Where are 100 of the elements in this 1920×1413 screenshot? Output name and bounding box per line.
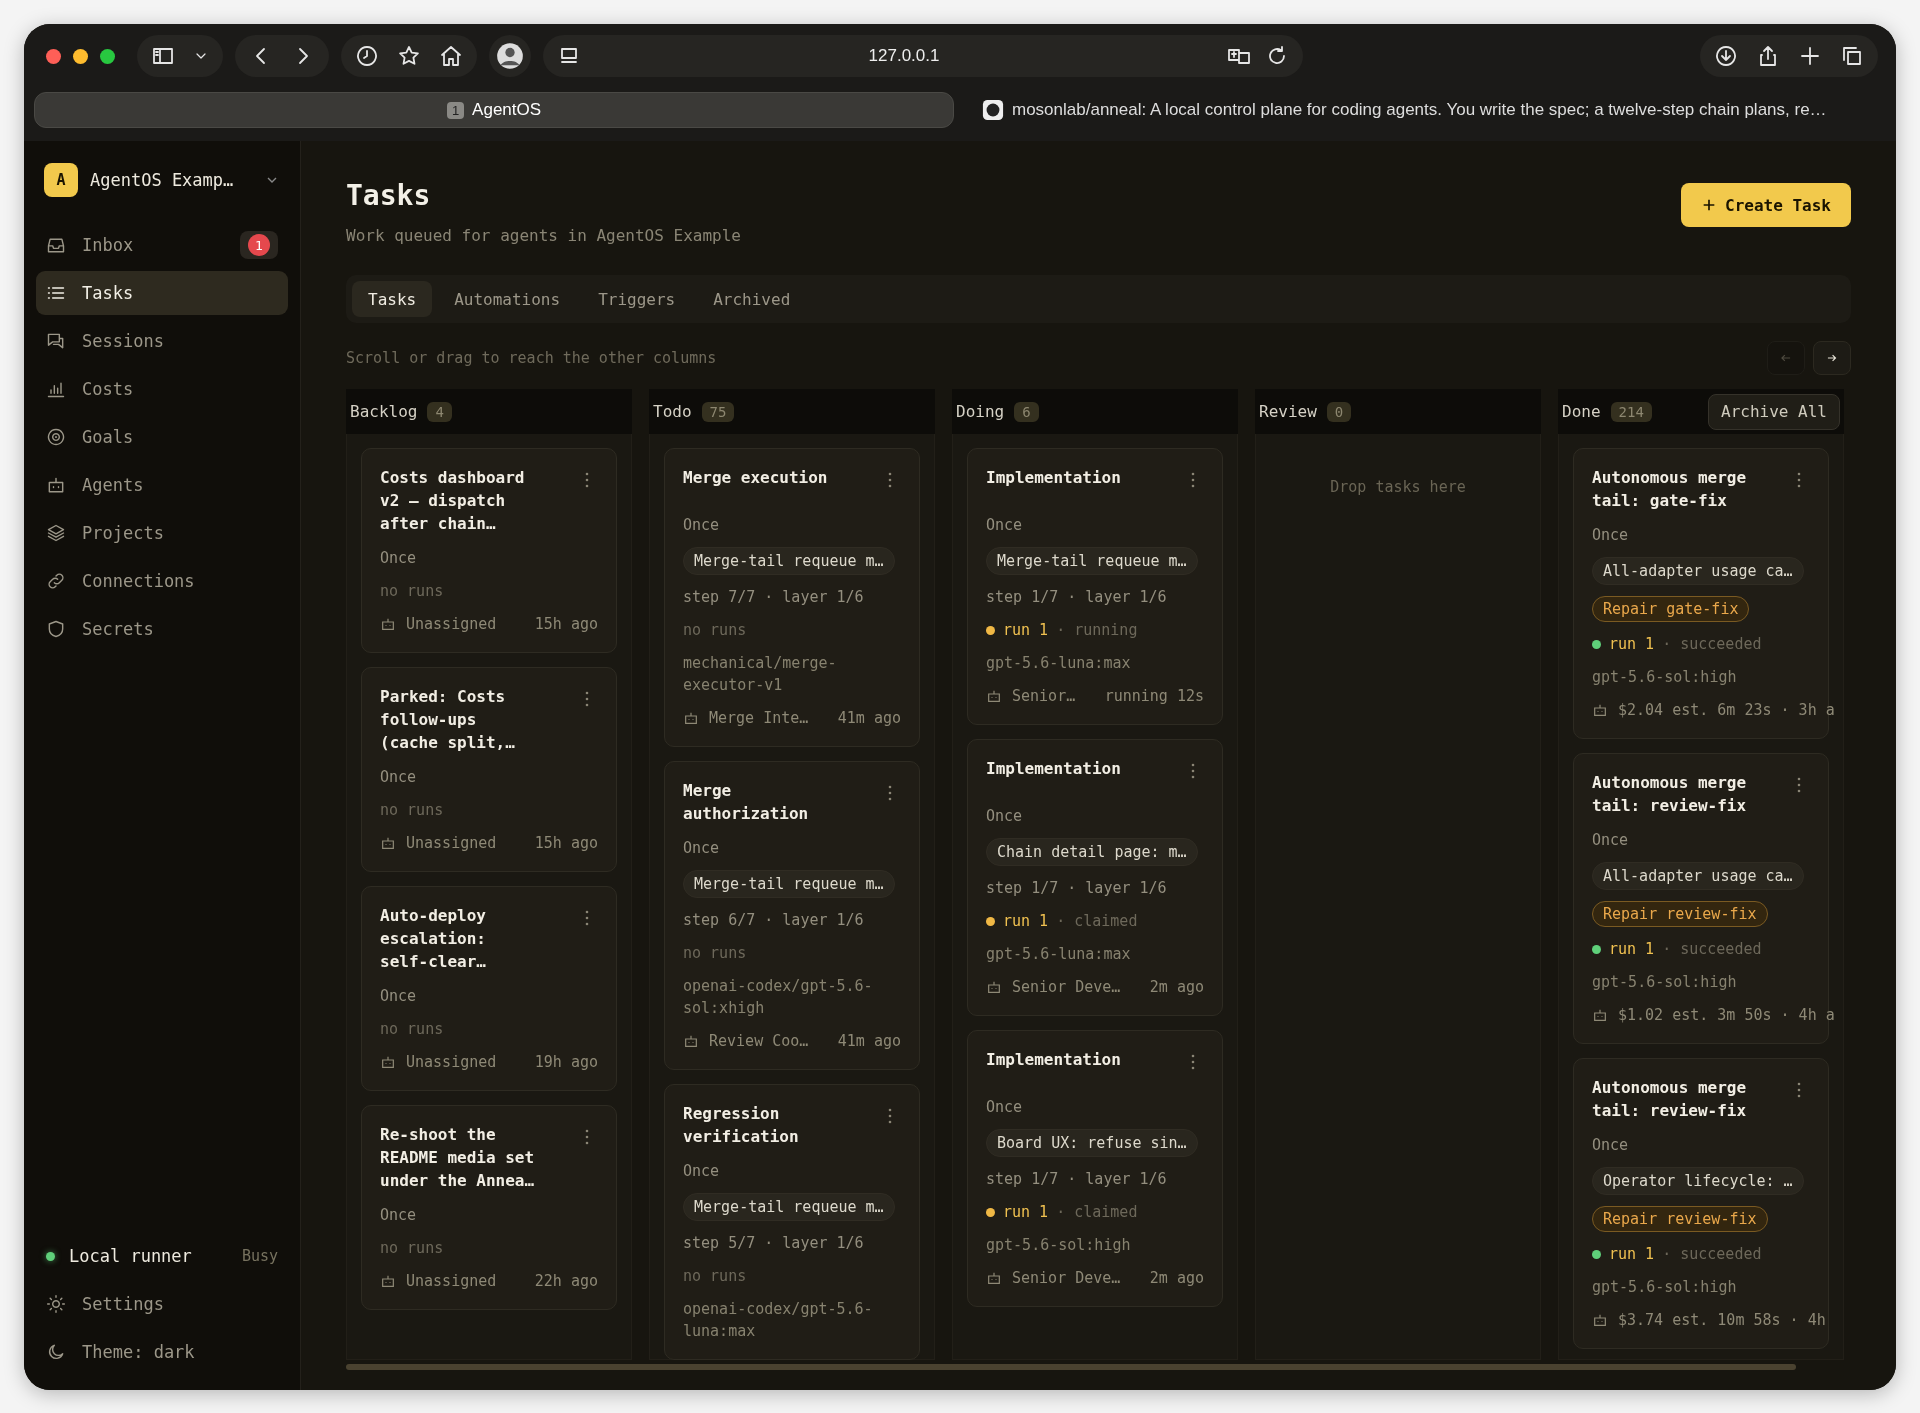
schedule-label: Once [1592, 525, 1629, 546]
create-task-button[interactable]: Create Task [1681, 183, 1851, 227]
more-icon[interactable] [584, 689, 590, 709]
run-status: · succeeded [1662, 634, 1762, 655]
site-icon [982, 99, 1004, 121]
star-icon[interactable] [397, 44, 421, 68]
page-title: Tasks [346, 179, 432, 212]
robot-icon [1592, 1312, 1608, 1328]
browser-tab[interactable]: 1 AgentOS [34, 92, 954, 128]
browser-tab[interactable]: mosonlab/anneal: A local control plane for coding agents. You write the spec; a twelve-step chain plans, re… [962, 92, 1886, 128]
task-title: Autonomous merge tail: review-fix [1592, 1077, 1748, 1122]
more-icon[interactable] [887, 1106, 893, 1126]
more-icon[interactable] [584, 470, 590, 490]
history-icon[interactable] [355, 44, 379, 68]
tab[interactable]: Triggers [582, 281, 692, 317]
avatar-icon[interactable] [496, 42, 524, 70]
sidebar-item[interactable]: Secrets [36, 607, 288, 651]
sidebar-item[interactable]: Costs [36, 367, 288, 411]
more-icon[interactable] [1796, 470, 1802, 490]
task-card[interactable]: Re-shoot the README media set under the Annea… Once no runs Unassigned 22h ago [361, 1105, 617, 1310]
more-icon[interactable] [1796, 775, 1802, 795]
assignee-label: Senior Deve… [1012, 977, 1122, 998]
schedule-label: Once [683, 1161, 720, 1182]
new-tab-icon[interactable] [1798, 44, 1822, 68]
tab[interactable]: Tasks [352, 281, 433, 317]
assignee-label: Senior Deve… [1012, 1268, 1122, 1289]
time-label: running 12s [1104, 686, 1204, 707]
tabs-overview-icon[interactable] [1840, 44, 1864, 68]
assignee-label: Unassigned [406, 833, 498, 854]
minimize-window-button[interactable] [73, 48, 88, 64]
sidebar-item[interactable]: Settings [36, 1282, 288, 1326]
sidebar-item[interactable]: Theme: dark [36, 1330, 288, 1374]
assignee-label: Unassigned [406, 1271, 498, 1292]
assignee-label: Unassigned [406, 614, 498, 635]
more-icon[interactable] [584, 908, 590, 928]
run-label: run 1 [1003, 620, 1049, 641]
task-card[interactable]: Costs dashboard v2 – dispatch after chain… Once no runs Unassigned 15h ago [361, 448, 617, 653]
task-title: Implementation [986, 1049, 1122, 1071]
run-label: run 1 [1609, 1244, 1655, 1265]
column-title: Review [1259, 402, 1317, 421]
step-label: step 5/7 · layer 1/6 [683, 1233, 864, 1254]
task-title: Implementation [986, 467, 1122, 489]
chain-tag: Operator lifecycle: … [1592, 1167, 1804, 1195]
run-label: run 1 [1609, 634, 1655, 655]
sun-icon [46, 1294, 66, 1314]
task-card[interactable]: Autonomous merge tail: review-fix Once Operator lifecycle: … Repair review-fix run 1 · succeeded gpt-5.6-sol:high $3.74 est. 10m 58s · 4h [1573, 1058, 1829, 1349]
run-status: · running [1056, 620, 1138, 641]
more-icon[interactable] [887, 470, 893, 490]
chat-icon [46, 331, 66, 351]
more-icon[interactable] [1190, 761, 1196, 781]
close-window-button[interactable] [46, 48, 61, 64]
task-title: Auto-deploy escalation: self-clear… [380, 905, 487, 973]
task-card[interactable]: Implementation Once Chain detail page: m… step 1/7 · layer 1/6 run 1 · claimed gpt-5.6-luna:max Senior Deve… 2m ago [967, 739, 1223, 1016]
task-card[interactable]: Auto-deploy escalation: self-clear… Once no runs Unassigned 19h ago [361, 886, 617, 1091]
runs-label: no runs [380, 1238, 444, 1259]
sidebar-item[interactable]: Connections [36, 559, 288, 603]
sidebar-item[interactable]: Goals [36, 415, 288, 459]
tab[interactable]: Archived [697, 281, 807, 317]
task-card[interactable]: Implementation Once Board UX: refuse sin… step 1/7 · layer 1/6 run 1 · claimed gpt-5.6-sol:high Senior Deve… 2m ago [967, 1030, 1223, 1307]
count-badge: 0 [1326, 401, 1352, 422]
sidebar-item[interactable]: Tasks [36, 271, 288, 315]
runs-label: no runs [380, 1019, 444, 1040]
task-title: Autonomous merge tail: gate-fix [1592, 467, 1748, 512]
robot-icon [986, 1270, 1002, 1286]
task-title: Re-shoot the README media set under the Annea… [380, 1124, 536, 1192]
sidebar-item[interactable]: Agents [36, 463, 288, 507]
runner-label: Local runner [69, 1246, 193, 1266]
runs-label: no runs [683, 943, 747, 964]
link-icon [46, 571, 66, 591]
zoom-window-button[interactable] [100, 48, 115, 64]
step-label: step 1/7 · layer 1/6 [986, 587, 1167, 608]
task-card[interactable]: Regression verification Once Merge-tail requeue m… step 5/7 · layer 1/6 no runs openai-codex/gpt-5.6-luna:max [664, 1084, 920, 1360]
sidebar-item[interactable]: Projects [36, 511, 288, 555]
home-icon[interactable] [439, 44, 463, 68]
time-label: 2m ago [1149, 1268, 1204, 1289]
task-card[interactable]: Implementation Once Merge-tail requeue m… step 1/7 · layer 1/6 run 1 · running gpt-5.6-luna:max Senior… running 12s [967, 448, 1223, 725]
more-icon[interactable] [1796, 1080, 1802, 1100]
tab[interactable]: Automations [438, 281, 577, 317]
sidebar-item[interactable]: Sessions [36, 319, 288, 363]
more-icon[interactable] [887, 783, 893, 803]
download-icon[interactable] [1714, 44, 1738, 68]
more-icon[interactable] [1190, 470, 1196, 490]
archive-all-button[interactable]: Archive All [1708, 393, 1840, 430]
more-icon[interactable] [1190, 1052, 1196, 1072]
address-bar[interactable]: 127.0.0.1 [543, 35, 1303, 77]
sidebar-item[interactable]: Inbox 1 [36, 223, 288, 267]
assignee-label: Review Coo… [709, 1031, 810, 1052]
chain-tag: Merge-tail requeue m… [986, 547, 1198, 575]
task-card[interactable]: Merge execution Once Merge-tail requeue m… step 7/7 · layer 1/6 no runs mechanical/merge-executor-v1 Merge Inte… 41m ago [664, 448, 920, 747]
task-card[interactable]: Merge authorization Once Merge-tail requeue m… step 6/7 · layer 1/6 no runs openai-codex/gpt-5.6-sol:xhigh Review Coo… 41m ago [664, 761, 920, 1070]
run-label: run 1 [1609, 939, 1655, 960]
assignee-label: Unassigned [406, 1052, 498, 1073]
unread-badge: 1 [248, 234, 270, 256]
schedule-label: Once [380, 767, 417, 788]
more-icon[interactable] [584, 1127, 590, 1147]
run-label: run 1 [1003, 1202, 1049, 1223]
chain-tag: Board UX: refuse sin… [986, 1129, 1198, 1157]
workspace-switcher[interactable]: A AgentOS Examp… [36, 159, 288, 201]
task-card[interactable]: Parked: Costs follow-ups (cache split,… Once no runs Unassigned 15h ago [361, 667, 617, 872]
scrollbar[interactable] [346, 1364, 1796, 1370]
